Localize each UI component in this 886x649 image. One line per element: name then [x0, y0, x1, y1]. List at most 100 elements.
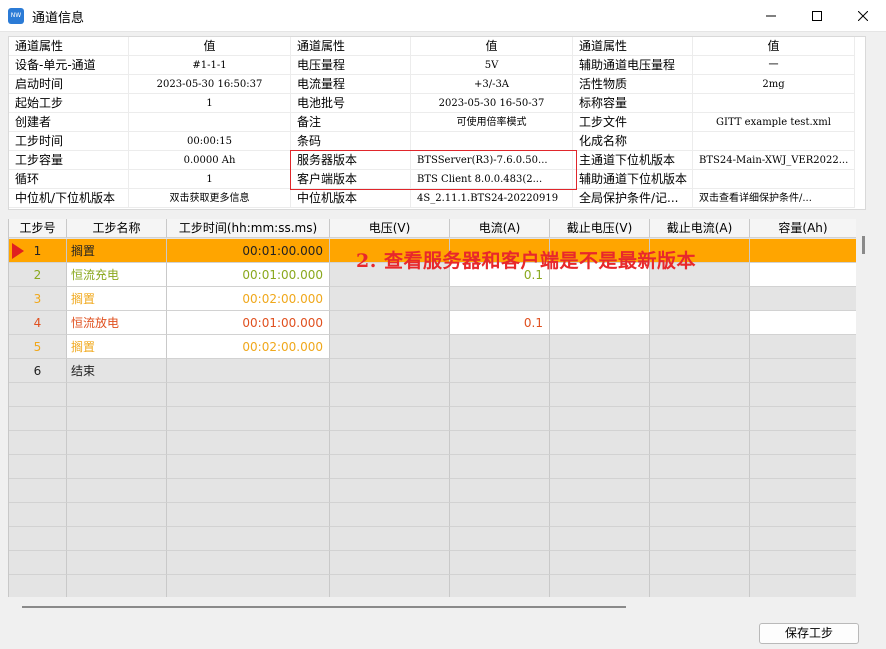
step-cutoff-current-cell[interactable] — [650, 359, 750, 383]
empty-cell[interactable] — [750, 503, 856, 527]
empty-cell[interactable] — [450, 479, 550, 503]
empty-cell[interactable] — [9, 503, 67, 527]
empty-step-row[interactable] — [9, 551, 856, 575]
empty-cell[interactable] — [550, 479, 650, 503]
empty-cell[interactable] — [330, 431, 450, 455]
info-value-cell[interactable]: 5V — [411, 56, 573, 75]
column-header[interactable]: 电压(V) — [330, 219, 450, 238]
step-name-cell[interactable]: 恒流放电 — [67, 311, 167, 335]
column-header[interactable]: 容量(Ah) — [750, 219, 856, 238]
info-value-cell[interactable]: +3/-3A — [411, 75, 573, 94]
empty-cell[interactable] — [9, 551, 67, 575]
info-value-cell[interactable] — [693, 170, 855, 189]
empty-cell[interactable] — [330, 479, 450, 503]
empty-cell[interactable] — [450, 503, 550, 527]
step-voltage-cell[interactable] — [330, 311, 450, 335]
empty-cell[interactable] — [9, 431, 67, 455]
empty-cell[interactable] — [750, 407, 856, 431]
step-name-cell[interactable]: 搁置 — [67, 287, 167, 311]
empty-cell[interactable] — [550, 551, 650, 575]
info-value-cell[interactable]: 2023-05-30 16-50-37 — [411, 94, 573, 113]
empty-cell[interactable] — [330, 455, 450, 479]
empty-cell[interactable] — [550, 383, 650, 407]
close-button[interactable] — [840, 0, 886, 32]
info-value-cell[interactable] — [411, 132, 573, 151]
step-name-cell[interactable]: 搁置 — [67, 239, 167, 263]
empty-cell[interactable] — [650, 455, 750, 479]
empty-cell[interactable] — [750, 455, 856, 479]
step-cutoff-current-cell[interactable] — [650, 311, 750, 335]
step-time-cell[interactable] — [167, 359, 330, 383]
empty-cell[interactable] — [450, 431, 550, 455]
vertical-scrollbar[interactable] — [862, 236, 865, 254]
empty-cell[interactable] — [9, 455, 67, 479]
info-value-cell[interactable]: 1 — [129, 94, 291, 113]
step-voltage-cell[interactable] — [330, 287, 450, 311]
empty-cell[interactable] — [67, 503, 167, 527]
empty-cell[interactable] — [67, 431, 167, 455]
empty-cell[interactable] — [650, 551, 750, 575]
column-header[interactable]: 截止电压(V) — [550, 219, 650, 238]
empty-cell[interactable] — [167, 455, 330, 479]
empty-step-row[interactable] — [9, 503, 856, 527]
step-time-cell[interactable]: 00:02:00.000 — [167, 335, 330, 359]
horizontal-scrollbar[interactable] — [22, 606, 626, 608]
empty-cell[interactable] — [650, 431, 750, 455]
step-number-cell[interactable]: 6 — [9, 359, 67, 383]
empty-cell[interactable] — [67, 407, 167, 431]
info-value-cell[interactable] — [129, 113, 291, 132]
step-number-cell[interactable]: 5 — [9, 335, 67, 359]
step-row[interactable]: 5 搁置 00:02:00.000 — [9, 335, 856, 359]
info-value-cell[interactable]: 双击查看详细保护条件/... — [693, 189, 855, 208]
info-value-cell[interactable]: 2mg — [693, 75, 855, 94]
step-capacity-cell[interactable] — [750, 263, 856, 287]
step-grid[interactable]: 工步号 工步名称 工步时间(hh:mm:ss.ms) 电压(V) 电流(A) 截止电压(V… — [8, 219, 856, 597]
empty-cell[interactable] — [650, 503, 750, 527]
maximize-button[interactable] — [794, 0, 840, 32]
step-name-cell[interactable]: 搁置 — [67, 335, 167, 359]
info-value-cell[interactable]: 一 — [693, 56, 855, 75]
info-value-cell[interactable]: 4S_2.11.1.BTS24-20220919 — [411, 189, 573, 208]
empty-cell[interactable] — [167, 431, 330, 455]
empty-cell[interactable] — [67, 551, 167, 575]
empty-cell[interactable] — [650, 479, 750, 503]
column-header[interactable]: 工步号 — [9, 219, 67, 238]
step-capacity-cell[interactable] — [750, 359, 856, 383]
step-cutoff-voltage-cell[interactable] — [550, 287, 650, 311]
empty-cell[interactable] — [750, 551, 856, 575]
empty-step-row[interactable] — [9, 479, 856, 503]
empty-cell[interactable] — [67, 527, 167, 551]
empty-step-row[interactable] — [9, 431, 856, 455]
empty-cell[interactable] — [450, 455, 550, 479]
info-value-cell[interactable]: 00:00:15 — [129, 132, 291, 151]
empty-cell[interactable] — [167, 479, 330, 503]
empty-cell[interactable] — [750, 479, 856, 503]
info-value-cell[interactable]: 1 — [129, 170, 291, 189]
empty-step-row[interactable] — [9, 455, 856, 479]
empty-cell[interactable] — [330, 551, 450, 575]
step-time-cell[interactable]: 00:01:00.000 — [167, 311, 330, 335]
empty-cell[interactable] — [550, 527, 650, 551]
empty-cell[interactable] — [330, 383, 450, 407]
step-current-cell[interactable]: 0.1 — [450, 311, 550, 335]
step-capacity-cell[interactable] — [750, 287, 856, 311]
empty-cell[interactable] — [167, 575, 330, 597]
column-header[interactable]: 工步时间(hh:mm:ss.ms) — [167, 219, 330, 238]
step-current-cell[interactable] — [450, 359, 550, 383]
step-cutoff-current-cell[interactable] — [650, 287, 750, 311]
info-value-cell[interactable] — [693, 132, 855, 151]
step-voltage-cell[interactable] — [330, 359, 450, 383]
step-voltage-cell[interactable] — [330, 335, 450, 359]
step-current-cell[interactable] — [450, 335, 550, 359]
empty-cell[interactable] — [167, 503, 330, 527]
empty-cell[interactable] — [650, 527, 750, 551]
info-value-cell[interactable]: GITT example test.xml — [693, 113, 855, 132]
info-value-cell[interactable]: BTS24-Main-XWJ_VER2022... — [693, 151, 855, 170]
empty-cell[interactable] — [750, 383, 856, 407]
step-row[interactable]: 6 结束 — [9, 359, 856, 383]
info-value-cell[interactable]: 0.0000 Ah — [129, 151, 291, 170]
step-name-cell[interactable]: 恒流充电 — [67, 263, 167, 287]
empty-cell[interactable] — [330, 527, 450, 551]
empty-cell[interactable] — [750, 431, 856, 455]
empty-cell[interactable] — [450, 575, 550, 597]
